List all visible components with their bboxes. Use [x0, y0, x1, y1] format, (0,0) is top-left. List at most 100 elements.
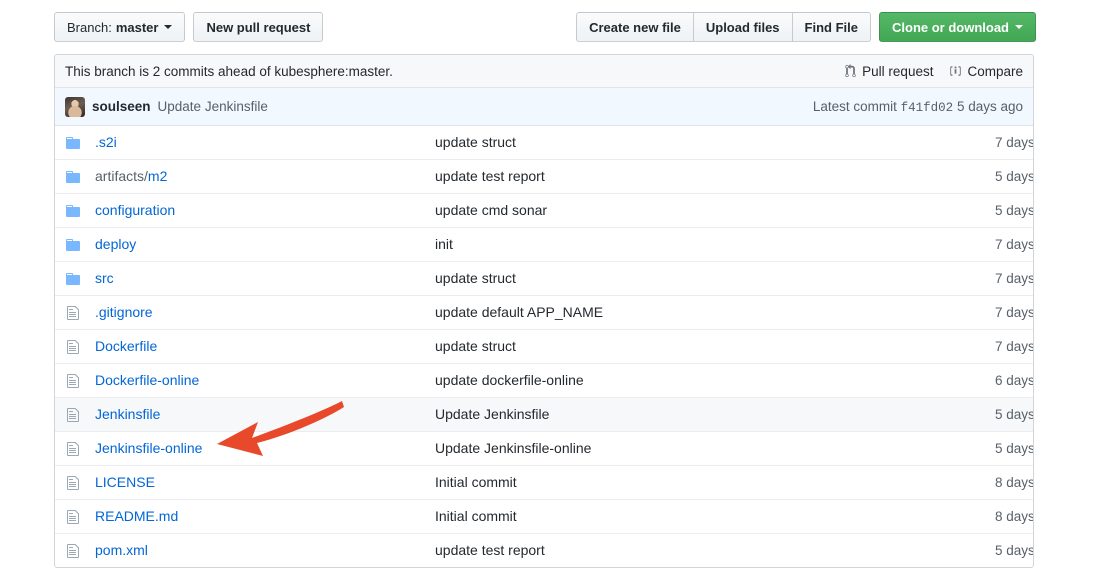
- folder-icon: [55, 193, 95, 228]
- create-new-file-button[interactable]: Create new file: [576, 12, 693, 42]
- repo-toolbar: Branch: master New pull request Create n…: [54, 12, 1036, 44]
- commit-message-cell[interactable]: update dockerfile-online: [435, 363, 951, 398]
- file-name-cell: deploy: [95, 227, 435, 262]
- commit-message-cell[interactable]: Initial commit: [435, 499, 951, 534]
- table-row[interactable]: Dockerfile update struct7 days ago: [55, 329, 1033, 364]
- commit-message-cell[interactable]: update cmd sonar: [435, 193, 951, 228]
- compare-label: Compare: [967, 63, 1023, 79]
- commit-message-cell[interactable]: update default APP_NAME: [435, 295, 951, 330]
- commit-message-cell[interactable]: Update Jenkinsfile: [435, 397, 951, 432]
- compare-link[interactable]: Compare: [949, 64, 1023, 79]
- new-pull-request-button[interactable]: New pull request: [193, 12, 324, 42]
- file-name-link[interactable]: m2: [148, 168, 167, 184]
- file-name-cell: Dockerfile-online: [95, 363, 435, 398]
- commit-age-cell: 5 days ago: [951, 397, 1033, 432]
- table-row[interactable]: Jenkinsfile Update Jenkinsfile5 days ago: [55, 397, 1033, 432]
- table-row[interactable]: artifacts/m2update test report5 days ago: [55, 159, 1033, 194]
- file-name-link[interactable]: .gitignore: [95, 304, 153, 320]
- latest-commit-bar: soulseen Update Jenkinsfile Latest commi…: [55, 88, 1033, 126]
- commit-author-name[interactable]: soulseen: [92, 99, 151, 114]
- toolbar-right-group: Create new file Upload files Find File C…: [576, 12, 1036, 42]
- file-name-link[interactable]: LICENSE: [95, 474, 155, 490]
- branch-status-text: This branch is 2 commits ahead of kubesp…: [65, 63, 393, 79]
- file-name-link[interactable]: deploy: [95, 236, 136, 252]
- commit-message-cell[interactable]: update test report: [435, 159, 951, 194]
- file-name-link[interactable]: configuration: [95, 202, 175, 218]
- folder-icon: [55, 261, 95, 296]
- branch-selector-prefix: Branch:: [67, 19, 112, 35]
- commit-message[interactable]: Update Jenkinsfile: [158, 99, 268, 114]
- table-row[interactable]: pom.xml update test report5 days ago: [55, 533, 1033, 567]
- latest-commit-meta: Latest commit f41fd02 5 days ago: [813, 99, 1023, 115]
- file-actions-group: Create new file Upload files Find File: [576, 12, 871, 42]
- clone-or-download-button[interactable]: Clone or download: [879, 12, 1036, 42]
- file-name-link[interactable]: Dockerfile: [95, 338, 157, 354]
- clone-or-download-label: Clone or download: [892, 19, 1009, 35]
- file-name-link[interactable]: src: [95, 270, 114, 286]
- table-row[interactable]: README.md Initial commit8 days ago: [55, 499, 1033, 534]
- file-name-cell: pom.xml: [95, 533, 435, 567]
- file-name-cell: LICENSE: [95, 465, 435, 500]
- commit-sha[interactable]: f41fd02: [901, 101, 954, 115]
- commit-age-cell: 5 days ago: [951, 193, 1033, 228]
- file-name-link[interactable]: Dockerfile-online: [95, 372, 199, 388]
- table-row[interactable]: .gitignore update default APP_NAME 7 days …: [55, 295, 1033, 330]
- commit-age-cell: 5 days ago: [951, 533, 1033, 567]
- folder-icon: [55, 159, 95, 194]
- file-name-cell: README.md: [95, 499, 435, 534]
- commit-message-cell[interactable]: update struct: [435, 329, 951, 364]
- table-row[interactable]: deploy init7 days ago: [55, 227, 1033, 262]
- table-row[interactable]: configuration update cmd sonar5 days ago: [55, 193, 1033, 228]
- file-name-cell: artifacts/m2: [95, 159, 435, 194]
- file-name-cell: configuration: [95, 193, 435, 228]
- file-icon: [55, 533, 95, 567]
- commit-message-cell[interactable]: update struct: [435, 126, 951, 160]
- file-name-cell: src: [95, 261, 435, 296]
- file-icon: [55, 499, 95, 534]
- file-icon: [55, 363, 95, 398]
- file-name-link[interactable]: Jenkinsfile: [95, 406, 160, 422]
- upload-files-button[interactable]: Upload files: [692, 12, 792, 42]
- file-icon: [55, 431, 95, 466]
- repo-content-box: This branch is 2 commits ahead of kubesp…: [54, 54, 1034, 568]
- pull-request-link[interactable]: Pull request: [844, 64, 933, 79]
- commit-age: 5 days ago: [956, 98, 1023, 114]
- branch-selector-button[interactable]: Branch: master: [54, 12, 186, 42]
- file-name-link[interactable]: pom.xml: [95, 542, 148, 558]
- table-row[interactable]: LICENSE Initial commit8 days ago: [55, 465, 1033, 500]
- commit-message-cell[interactable]: update struct: [435, 261, 951, 296]
- table-row[interactable]: Dockerfile-online update dockerfile-onlin…: [55, 363, 1033, 398]
- github-repo-file-browser: Branch: master New pull request Create n…: [0, 0, 1096, 570]
- file-name-link[interactable]: README.md: [95, 508, 178, 524]
- table-row[interactable]: .s2i update struct 7 days ago: [55, 126, 1034, 160]
- commit-message-cell[interactable]: Update Jenkinsfile-online: [435, 431, 951, 466]
- branch-selector-value: master: [115, 19, 159, 35]
- find-file-button[interactable]: Find File: [791, 12, 871, 42]
- chevron-down-icon: [1015, 25, 1023, 29]
- file-name-link[interactable]: .s2i: [95, 134, 117, 150]
- file-name-cell: Jenkinsfile-online: [95, 431, 435, 466]
- commit-message-cell[interactable]: Initial commit: [435, 465, 951, 500]
- latest-commit-label: Latest commit: [812, 98, 897, 114]
- branch-status-bar: This branch is 2 commits ahead of kubesp…: [55, 55, 1033, 88]
- commit-age-cell: 7 days ago: [951, 329, 1033, 364]
- file-icon: [55, 295, 95, 330]
- chevron-down-icon: [164, 25, 173, 29]
- commit-age-cell: 6 days ago: [951, 363, 1033, 398]
- table-row[interactable]: src update struct7 days ago: [55, 261, 1033, 296]
- commit-age-cell: 7 days ago: [951, 261, 1033, 296]
- commit-message-cell[interactable]: init: [435, 227, 951, 262]
- folder-icon: [55, 227, 95, 262]
- commit-age-cell: 5 days ago: [951, 431, 1033, 466]
- file-path-prefix: artifacts/: [95, 168, 148, 184]
- branch-actions: Pull request Compare: [844, 64, 1023, 79]
- file-name-link[interactable]: Jenkinsfile-online: [95, 440, 202, 456]
- commit-author-area: soulseen Update Jenkinsfile: [65, 96, 268, 117]
- git-pull-request-icon: [844, 64, 857, 78]
- table-row[interactable]: Jenkinsfile-online Update Jenkinsfile-onl…: [55, 431, 1033, 466]
- file-name-cell: .s2i: [95, 126, 435, 160]
- file-name-cell: .gitignore: [95, 295, 435, 330]
- file-icon: [55, 397, 95, 432]
- commit-age-cell: 7 days ago: [994, 135, 1034, 150]
- commit-message-cell[interactable]: update test report: [435, 533, 951, 567]
